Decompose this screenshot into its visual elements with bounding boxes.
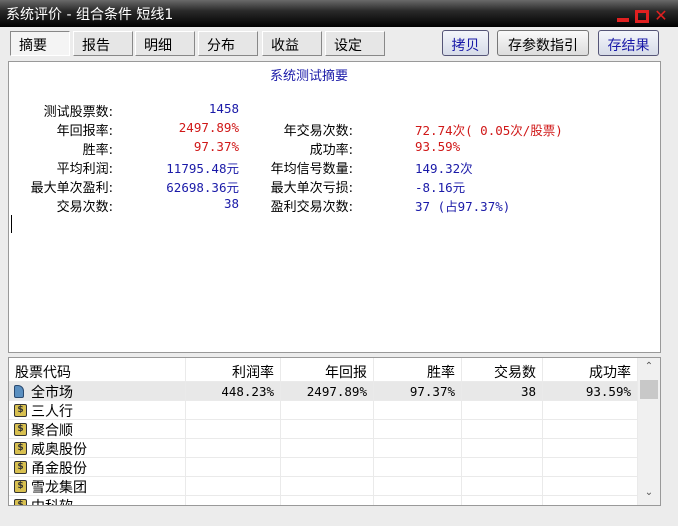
column-header[interactable]: 胜率 [374, 358, 462, 382]
tab-detail[interactable]: 明细 [135, 31, 195, 56]
cell-value: 三人行 [31, 404, 73, 420]
summary-label: 最大单次盈利: [30, 181, 113, 196]
summary-label: 最大单次亏损: [270, 181, 353, 196]
summary-label: 年均信号数量: [270, 162, 353, 177]
scroll-down-icon[interactable]: ⌄ [638, 487, 660, 498]
summary-label: 测试股票数: [43, 105, 113, 120]
summary-label: 胜率: [82, 143, 113, 158]
summary-value: -8.16元 [415, 180, 466, 195]
summary-value: 62698.36元 [166, 180, 239, 195]
summary-label: 年回报率: [56, 124, 113, 139]
table-row[interactable]: $ 聚合顺 [9, 420, 638, 439]
summary-value: 11795.48元 [166, 161, 239, 176]
column-header[interactable]: 交易数 [462, 358, 543, 382]
summary-value: 93.59% [415, 139, 461, 154]
copy-button[interactable]: 拷贝 [442, 30, 489, 56]
summary-value: 97.37% [193, 139, 239, 154]
cell-value: 93.59% [585, 384, 631, 399]
cell-value: 聚合顺 [31, 423, 73, 439]
tab-report[interactable]: 报告 [73, 31, 133, 56]
title-bar: 系统评价 - 组合条件 短线1 ✕ [0, 0, 678, 27]
summary-value: 72.74次( 0.05次/股票) [415, 123, 563, 138]
tab-distribution[interactable]: 分布 [198, 31, 258, 56]
save-results-button[interactable]: 存结果 [598, 30, 659, 56]
summary-value: 2497.89% [178, 120, 239, 135]
table-row[interactable]: $ 甬金股份 [9, 458, 638, 477]
cell-value: 2497.89% [306, 384, 367, 399]
cell-value: 97.37% [409, 384, 455, 399]
summary-value: 38 [223, 196, 239, 211]
minimize-button[interactable] [616, 10, 630, 23]
summary-value: 37 (占97.37%) [415, 199, 511, 214]
table-row[interactable]: $ 中科软 [9, 496, 638, 505]
cell-value: 威奥股份 [31, 442, 87, 458]
table-row[interactable]: $ 威奥股份 [9, 439, 638, 458]
tab-settings[interactable]: 设定 [325, 31, 385, 56]
stock-icon: $ [14, 480, 27, 493]
cell-value: 448.23% [221, 384, 274, 399]
table-row[interactable]: 全市场 448.23% 2497.89% 97.37% 38 93.59% [9, 382, 638, 401]
summary-label: 盈利交易次数: [270, 200, 353, 215]
summary-label: 平均利润: [56, 162, 113, 177]
stock-icon: $ [14, 442, 27, 455]
summary-label: 成功率: [309, 143, 353, 158]
close-button[interactable]: ✕ [654, 8, 668, 24]
cell-value: 甬金股份 [31, 461, 87, 477]
table-header: 股票代码 利润率 年回报 胜率 交易数 成功率 [9, 358, 638, 382]
cell-value: 38 [520, 384, 536, 399]
summary-value: 1458 [208, 101, 239, 116]
window-title: 系统评价 - 组合条件 短线1 [6, 7, 174, 23]
tab-summary[interactable]: 摘要 [10, 31, 70, 56]
stock-icon: $ [14, 499, 27, 505]
text-cursor [11, 215, 12, 233]
cell-value: 中科软 [31, 499, 73, 505]
summary-value: 149.32次 [415, 161, 473, 176]
save-params-button[interactable]: 存参数指引 [497, 30, 589, 56]
column-header[interactable]: 股票代码 [9, 358, 186, 382]
cell-value: 雪龙集团 [31, 480, 87, 496]
vertical-scrollbar[interactable]: ⌃ ⌄ [638, 358, 660, 505]
summary-panel: 系统测试摘要 测试股票数: 1458 年回报率: 2497.89% 胜率: 97.37% 平… [8, 61, 661, 353]
maximize-button[interactable] [635, 10, 649, 23]
market-icon [14, 385, 24, 398]
cell-value: 全市场 [31, 385, 73, 401]
summary-label: 年交易次数: [283, 124, 353, 139]
table-row[interactable]: $ 三人行 [9, 401, 638, 420]
column-header[interactable]: 年回报 [281, 358, 374, 382]
column-header[interactable]: 利润率 [186, 358, 281, 382]
table-row[interactable]: $ 雪龙集团 [9, 477, 638, 496]
column-header[interactable]: 成功率 [543, 358, 638, 382]
summary-title: 系统测试摘要 [269, 69, 348, 84]
summary-label: 交易次数: [56, 200, 113, 215]
stock-icon: $ [14, 423, 27, 436]
scroll-up-icon[interactable]: ⌃ [638, 361, 660, 372]
stock-icon: $ [14, 461, 27, 474]
tab-returns[interactable]: 收益 [262, 31, 322, 56]
stock-icon: $ [14, 404, 27, 417]
scrollbar-thumb[interactable] [640, 380, 658, 399]
results-table: 股票代码 利润率 年回报 胜率 交易数 成功率全市场 448.23% 2497.89% 97.3… [8, 357, 661, 506]
